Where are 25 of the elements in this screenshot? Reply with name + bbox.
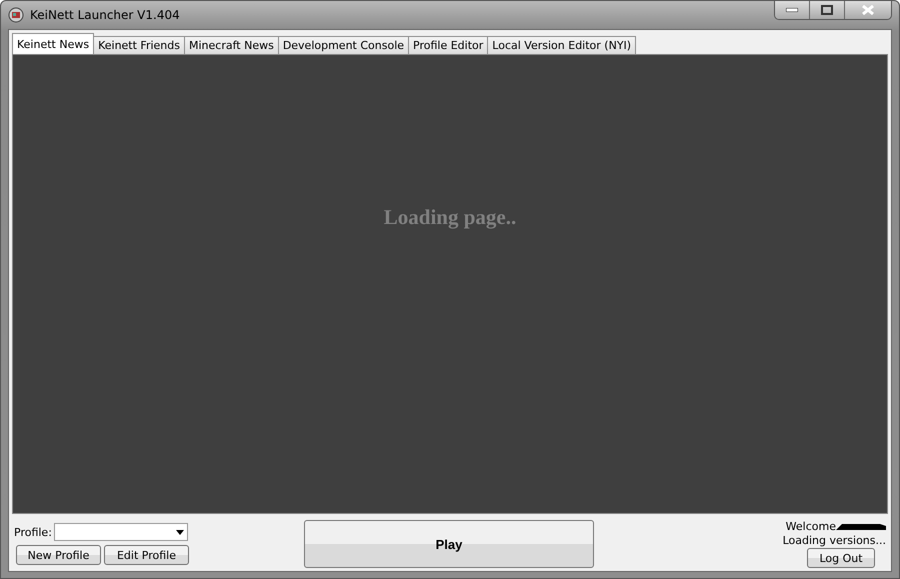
profile-button[interactable]: Edit Profile xyxy=(104,545,189,565)
redaction-mark xyxy=(836,522,886,531)
minimize-button[interactable] xyxy=(775,1,809,19)
tab[interactable]: Development Console xyxy=(278,36,410,54)
minimize-icon xyxy=(786,8,798,12)
window-title: KeiNett Launcher V1.404 xyxy=(30,8,181,22)
close-icon xyxy=(862,5,874,15)
tab[interactable]: Local Version Editor (NYI) xyxy=(487,36,636,54)
profile-label: Profile: xyxy=(14,526,52,538)
dropdown-arrow-icon xyxy=(176,530,184,534)
logout-button[interactable]: Log Out xyxy=(807,548,875,568)
maximize-icon xyxy=(821,5,833,15)
profile-button[interactable]: New Profile xyxy=(16,545,101,565)
tab[interactable]: Keinett News xyxy=(12,33,94,54)
close-button[interactable] xyxy=(844,1,891,19)
maximize-button[interactable] xyxy=(809,1,844,19)
welcome-text: Welcome xyxy=(786,520,836,533)
app-icon xyxy=(8,7,24,23)
status-text: Loading versions... xyxy=(782,534,886,547)
tab[interactable]: Minecraft News xyxy=(184,36,279,54)
loading-message: Loading page.. xyxy=(384,205,516,230)
play-button[interactable]: Play xyxy=(304,520,594,568)
tab[interactable]: Keinett Friends xyxy=(93,36,185,54)
profile-dropdown[interactable] xyxy=(54,523,188,541)
tab[interactable]: Profile Editor xyxy=(408,36,488,54)
